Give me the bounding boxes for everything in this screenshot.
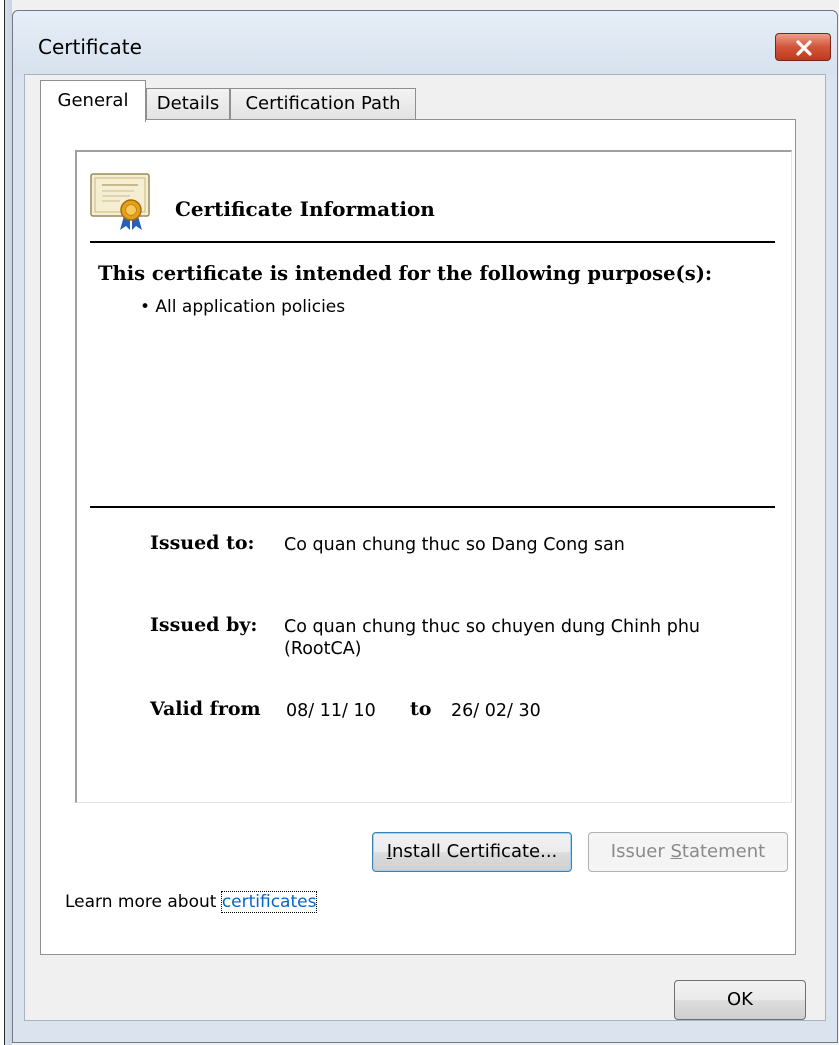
issued-by-value: Co quan chung thuc so chuyen dung Chinh …	[284, 616, 700, 660]
certificate-icon	[90, 172, 152, 236]
install-certificate-button[interactable]: Install Certificate...	[372, 832, 572, 872]
tab-general-label: General	[57, 90, 129, 111]
title-bar[interactable]: Certificate	[13, 11, 837, 75]
tab-general[interactable]: General	[40, 80, 146, 122]
issuer-statement-access-key: S	[670, 841, 682, 862]
active-tab-joint	[41, 118, 145, 121]
issued-by-label: Issued by:	[150, 614, 258, 636]
install-label: nstall Certificate...	[392, 841, 558, 862]
tab-details[interactable]: Details	[146, 88, 230, 120]
ok-button[interactable]: OK	[674, 980, 806, 1020]
learn-more-text: Learn more about certificates	[65, 891, 318, 913]
certificates-link[interactable]: certificates	[220, 891, 318, 913]
window-title: Certificate	[38, 35, 142, 59]
close-button[interactable]	[775, 33, 831, 61]
issued-by-line-2: (RootCA)	[284, 639, 362, 659]
heading-divider	[90, 241, 775, 243]
background-window-edge	[0, 0, 12, 1045]
issuer-statement-button[interactable]: Issuer Statement	[588, 832, 788, 872]
issuer-statement-label-pre: Issuer	[610, 841, 671, 862]
certificate-info-heading: Certificate Information	[175, 197, 435, 221]
issued-to-label: Issued to:	[150, 532, 255, 554]
tab-certification-path-label: Certification Path	[245, 93, 401, 114]
purpose-divider	[90, 506, 775, 508]
issued-to-value: Co quan chung thuc so Dang Cong san	[284, 535, 625, 555]
valid-to-label: to	[410, 698, 432, 720]
close-icon	[796, 40, 812, 56]
learn-more-prefix: Learn more about	[65, 892, 222, 912]
valid-to-date: 26/ 02/ 30	[451, 701, 541, 721]
valid-from-date: 08/ 11/ 10	[286, 701, 376, 721]
valid-from-label: Valid from	[150, 698, 261, 720]
purpose-list-item: • All application policies	[140, 297, 346, 317]
issuer-statement-label-post: tatement	[681, 841, 766, 862]
issued-by-line-1: Co quan chung thuc so chuyen dung Chinh …	[284, 617, 701, 637]
tab-certification-path[interactable]: Certification Path	[230, 88, 416, 120]
tab-details-label: Details	[156, 93, 220, 114]
purpose-heading: This certificate is intended for the fol…	[98, 262, 713, 285]
